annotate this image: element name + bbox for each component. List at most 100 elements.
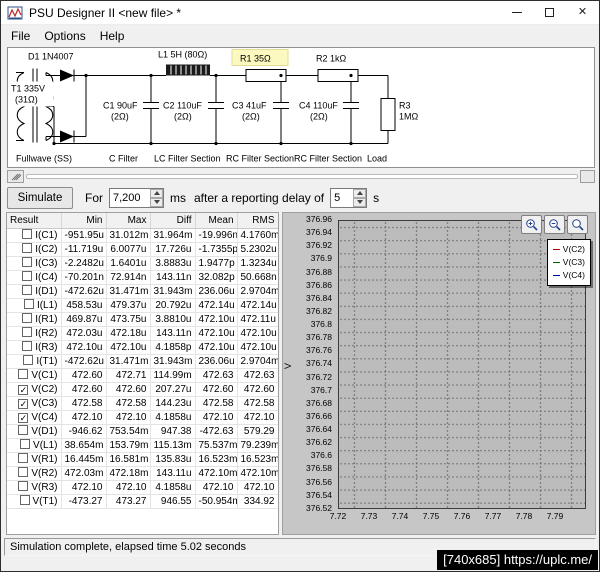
result-name: I(D1) [35,286,58,297]
result-name-cell: ✓ V(C2) [7,382,62,397]
close-button[interactable]: ✕ [566,1,599,24]
t1-label: T1 335V [11,84,45,94]
schematic-panel[interactable]: D1 1N4007 T1 335V (31Ω) L1 5H (80Ω) R1 3… [7,47,595,168]
up-arrow-icon [356,191,363,195]
result-value: 32.082p [195,270,238,285]
menu-file[interactable]: File [4,27,37,45]
result-checkbox[interactable] [23,299,34,309]
app-icon [7,5,23,21]
column-header-result[interactable]: Result [7,213,62,229]
simulate-button[interactable]: Simulate [7,186,73,209]
result-value: 472.10u [195,326,238,341]
result-name: I(R1) [35,314,58,325]
duration-value[interactable]: 7,200 [110,189,150,207]
result-name-cell: I(C1) [7,228,62,243]
result-name-cell: V(C1) [7,368,62,383]
y-tick-label: 376.56 [306,476,332,487]
result-name-cell: ✓ V(C3) [7,396,62,411]
scrollbar-end-button[interactable] [580,170,595,183]
result-name: I(C1) [35,230,58,241]
result-checkbox[interactable] [22,313,33,323]
result-checkbox[interactable] [18,369,29,379]
column-header-rms[interactable]: RMS [237,213,278,229]
result-value: 472.10u [195,340,238,355]
zoom-out-icon [549,219,561,231]
delay-up-button[interactable] [353,188,367,198]
table-row: I(R2) 472.03u 472.18u 143.11n 472.10u 472.10u [7,326,278,341]
result-checkbox[interactable] [22,271,33,281]
down-arrow-icon [153,200,160,204]
legend-label: V(C4) [562,270,585,280]
zoom-reset-button[interactable] [567,215,588,234]
result-checkbox[interactable] [22,341,33,351]
result-name-cell: V(R1) [7,452,62,467]
simulation-toolbar: Simulate For 7,200 ms after a reporting … [7,185,593,210]
scrollbar-track[interactable] [26,174,578,179]
result-checkbox[interactable] [23,355,34,365]
column-header-diff[interactable]: Diff [150,213,196,229]
result-value: 31.471m [106,284,151,299]
result-value: 144.23u [150,396,196,411]
result-value: -473.27 [61,494,107,509]
x-tick-label: 7.76 [453,511,471,521]
result-name: I(L1) [36,300,58,311]
result-checkbox[interactable]: ✓ [18,398,29,409]
delay-value[interactable]: 5 [331,189,353,207]
result-name: I(R2) [35,328,58,339]
result-checkbox[interactable] [19,495,30,505]
result-value: 153.79m [106,438,151,453]
result-name: V(T1) [32,496,58,507]
result-checkbox[interactable] [22,327,33,337]
result-checkbox[interactable] [18,481,29,491]
r2-label: R2 1kΩ [316,54,347,64]
results-table-body: I(C1) -951.95u 31.012m 31.964m -19.996n 4.176… [7,228,278,509]
schematic-scrollbar[interactable] [7,170,595,183]
result-checkbox[interactable] [20,439,31,449]
result-checkbox[interactable]: ✓ [18,384,29,395]
result-checkbox[interactable] [18,425,29,435]
column-header-mean[interactable]: Mean [195,213,238,229]
menu-help[interactable]: Help [93,27,132,45]
column-header-max[interactable]: Max [106,213,151,229]
duration-down-button[interactable] [150,197,163,207]
legend-line-icon [552,249,560,250]
result-value: 16.581m [106,452,151,467]
maximize-button[interactable] [533,1,566,24]
result-checkbox[interactable]: ✓ [18,412,29,423]
duration-input[interactable]: 7,200 [109,187,164,208]
result-value: 3.8883u [150,256,196,271]
result-checkbox[interactable] [22,229,33,239]
up-arrow-icon [153,191,160,195]
c3-esr-label: (2Ω) [242,112,260,122]
result-value: 472.10m [195,466,238,481]
result-name: I(R3) [35,342,58,353]
maximize-icon [545,8,554,17]
result-checkbox[interactable] [22,243,33,253]
delay-input[interactable]: 5 [330,187,368,208]
legend-item: V(C2) [552,243,585,256]
result-value: 472.14u [237,298,278,313]
result-value: 16.445m [61,452,107,467]
result-checkbox[interactable] [22,257,33,267]
table-row: I(C1) -951.95u 31.012m 31.964m -19.996n 4.176… [7,228,278,243]
minimize-button[interactable] [500,1,533,24]
result-value: -472.62u [61,284,107,299]
delay-down-button[interactable] [353,197,367,207]
zoom-out-button[interactable] [544,215,565,234]
menu-options[interactable]: Options [37,27,92,45]
column-header-min[interactable]: Min [61,213,107,229]
result-checkbox[interactable] [18,467,29,477]
y-tick-label: 376.92 [306,240,332,251]
result-value: 143.11n [150,326,196,341]
scrollbar-grip-icon[interactable] [7,170,24,183]
result-checkbox[interactable] [18,453,29,463]
titlebar[interactable]: PSU Designer II <new file> * ✕ [1,1,599,25]
zoom-in-button[interactable] [521,215,542,234]
result-checkbox[interactable] [22,285,33,295]
result-value: 472.60 [237,382,278,397]
result-value: -1.7355p [195,242,238,257]
duration-up-button[interactable] [150,188,163,198]
legend-item: V(C4) [552,269,585,282]
result-name: V(C1) [31,370,58,381]
result-name: I(C4) [35,272,58,283]
